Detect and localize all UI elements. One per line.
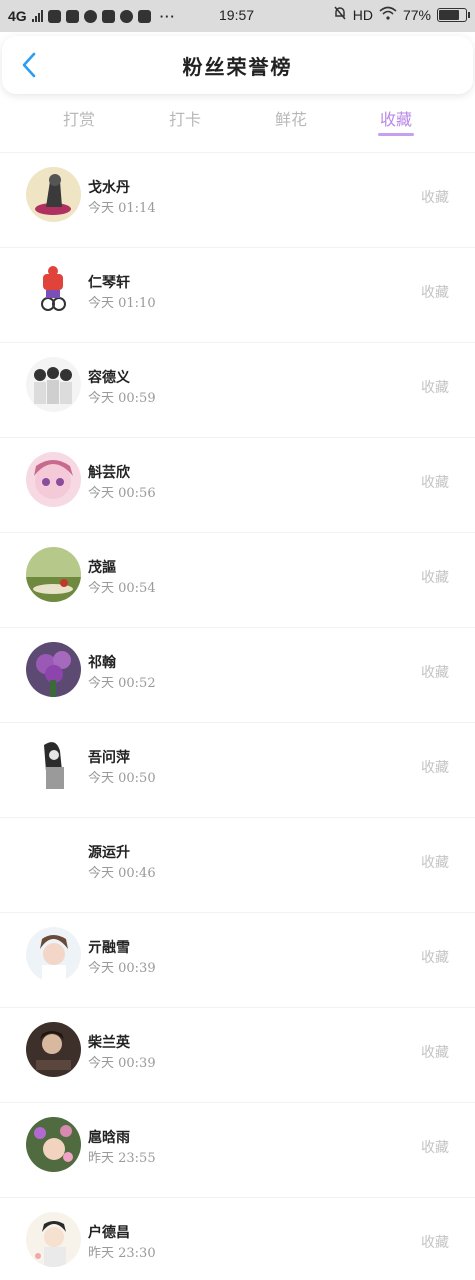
notification-app-icon [65,9,79,23]
fan-time: 今天 00:54 [88,581,156,596]
fan-time: 今天 00:46 [88,866,156,881]
avatar [26,1022,81,1077]
avatar [26,737,81,792]
list-item[interactable]: 祁翰 今天 00:52 收藏 [0,627,475,722]
fan-name: 源运升 [88,845,130,861]
list-item[interactable]: 戈水丹 今天 01:14 收藏 [0,152,475,247]
more-notifications: ··· [159,8,176,24]
action-label: 收藏 [421,855,449,871]
action-label: 收藏 [421,760,449,776]
fan-time: 今天 00:39 [88,1056,156,1071]
fan-name: 扈晗雨 [88,1130,130,1146]
fan-name: 容德义 [88,370,130,386]
active-tab-indicator [378,133,414,136]
tab-favorites[interactable]: 收藏 [366,106,426,130]
fan-time: 今天 00:50 [88,771,156,786]
mute-icon [333,6,347,23]
fan-name: 户德昌 [88,1225,130,1241]
list-item[interactable]: 茂謳 今天 00:54 收藏 [0,532,475,627]
action-label: 收藏 [421,475,449,491]
fan-name: 吾问萍 [88,750,130,766]
wifi-icon [379,6,397,23]
tab-checkin[interactable]: 打卡 [155,106,215,130]
fan-name: 斛芸欣 [88,465,130,481]
tab-flowers[interactable]: 鲜花 [261,106,321,130]
fan-time: 今天 01:14 [88,201,156,216]
fan-time: 今天 00:52 [88,676,156,691]
action-label: 收藏 [421,285,449,301]
battery-level-fill [439,9,460,20]
action-label: 收藏 [421,1140,449,1156]
signal-icon [31,10,43,22]
avatar [26,642,81,697]
page-title: 粉丝荣誉榜 [182,54,293,79]
status-time: 19:57 [219,7,255,23]
cloud-icon [47,9,61,23]
list-item[interactable]: 吾问萍 今天 00:50 收藏 [0,722,475,817]
avatar [26,1212,81,1267]
fan-time: 昨天 23:30 [88,1246,156,1261]
pinwheel-icon [119,9,133,23]
action-label: 收藏 [421,380,449,396]
avatar [26,927,81,982]
list-item[interactable]: 斛芸欣 今天 00:56 收藏 [0,437,475,532]
list-item[interactable]: 亓融雪 今天 00:39 收藏 [0,912,475,1007]
list-item[interactable]: 户德昌 昨天 23:30 收藏 [0,1197,475,1280]
status-bar: 4G ··· 19:57 HD 77% [0,0,475,32]
fan-time: 今天 01:10 [88,296,156,311]
action-label: 收藏 [421,1235,449,1251]
avatar [26,167,81,222]
chevron-left-icon [22,52,36,78]
avatar [26,357,81,412]
avatar [26,832,81,887]
fan-name: 仁琴轩 [88,275,130,291]
browser-icon [83,9,97,23]
header-bar: 粉丝荣誉榜 [2,36,473,94]
avatar [26,452,81,507]
fan-time: 今天 00:59 [88,391,156,406]
fan-name: 亓融雪 [88,940,130,956]
list-item[interactable]: 源运升 今天 00:46 收藏 [0,817,475,912]
fan-time: 今天 00:39 [88,961,156,976]
tab-bar: 打赏 打卡 鲜花 收藏 [0,100,475,142]
fan-time: 昨天 23:55 [88,1151,156,1166]
action-label: 收藏 [421,570,449,586]
avatar [26,547,81,602]
fan-name: 戈水丹 [88,180,130,196]
fan-list: 戈水丹 今天 01:14 收藏 仁琴轩 今天 01:10 收藏 容德义 今天 0… [0,152,475,1280]
avatar [26,262,81,317]
action-label: 收藏 [421,950,449,966]
network-type: 4G [8,8,27,24]
fan-name: 祁翰 [88,655,116,671]
action-label: 收藏 [421,665,449,681]
fan-time: 今天 00:56 [88,486,156,501]
avatar [26,1117,81,1172]
back-button[interactable] [12,48,46,82]
tab-reward[interactable]: 打赏 [49,106,109,130]
battery-icon [437,7,470,22]
list-item[interactable]: 扈晗雨 昨天 23:55 收藏 [0,1102,475,1197]
list-item[interactable]: 柴兰英 今天 00:39 收藏 [0,1007,475,1102]
video-icon [137,9,151,23]
app-icon [101,9,115,23]
list-item[interactable]: 容德义 今天 00:59 收藏 [0,342,475,437]
battery-percent: 77% [402,6,431,23]
hd-indicator: HD [352,6,373,23]
action-label: 收藏 [421,190,449,206]
fan-name: 柴兰英 [88,1035,130,1051]
fan-name: 茂謳 [88,560,116,576]
list-item[interactable]: 仁琴轩 今天 01:10 收藏 [0,247,475,342]
action-label: 收藏 [421,1045,449,1061]
